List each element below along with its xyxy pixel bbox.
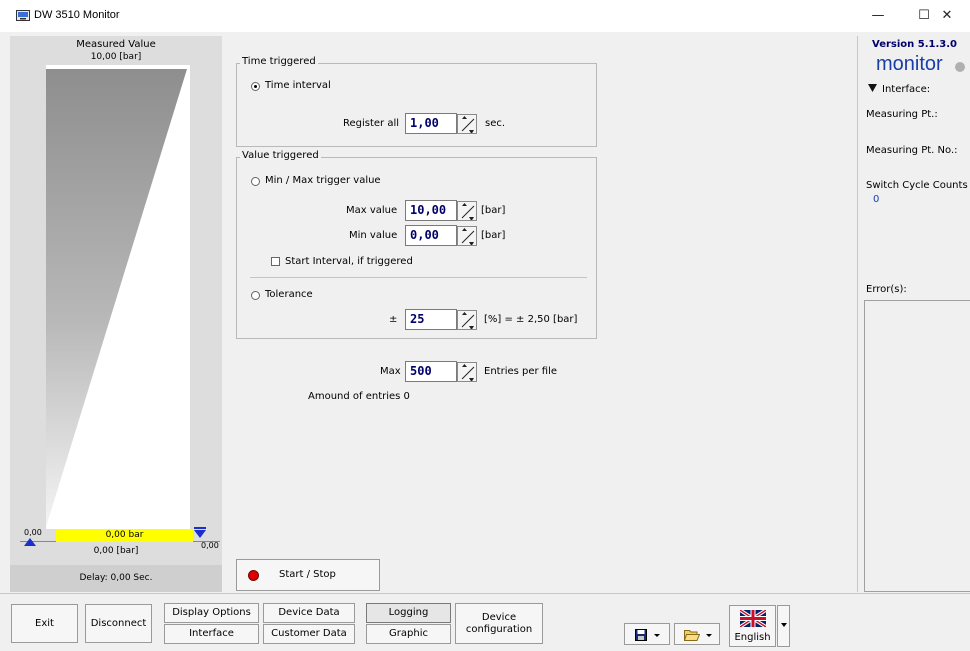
language-label: English <box>734 632 771 643</box>
interface-label: Interface: <box>882 84 931 95</box>
display-options-button[interactable]: Display Options <box>164 603 259 623</box>
version-label: Version 5.1.3.0 <box>872 39 957 50</box>
gauge-title: Measured Value <box>76 39 156 50</box>
disconnect-button[interactable]: Disconnect <box>85 604 152 643</box>
register-interval-input[interactable]: 1,00 <box>405 113 457 134</box>
tolerance-radio[interactable] <box>251 291 260 300</box>
min-max-trigger-label: Min / Max trigger value <box>265 175 381 186</box>
open-folder-icon <box>684 630 700 641</box>
divider <box>250 277 587 278</box>
register-all-label: Register all <box>343 118 400 129</box>
start-stop-label: Start / Stop <box>279 569 336 580</box>
delay-label: Delay: 0,00 Sec. <box>10 565 222 592</box>
errors-list <box>864 300 970 592</box>
register-interval-spin-icon[interactable] <box>457 114 477 134</box>
start-interval-label: Start Interval, if triggered <box>285 256 413 267</box>
lower-marker-icon[interactable] <box>24 538 36 546</box>
measuring-pt-no-label: Measuring Pt. No.: <box>866 145 958 156</box>
tolerance-unit: [%] = ± 2,50 [bar] <box>484 314 578 325</box>
chevron-down-icon <box>654 634 660 637</box>
measuring-pt-label: Measuring Pt.: <box>866 109 938 120</box>
tolerance-input[interactable]: 25 <box>405 309 457 330</box>
time-triggered-group <box>236 63 597 147</box>
record-led-icon <box>248 570 259 581</box>
gauge-panel: Measured Value 10,00 [bar] 0,00 0,00 bar… <box>10 36 222 592</box>
close-icon[interactable]: ✕ <box>924 0 970 32</box>
chevron-down-icon <box>781 623 787 627</box>
right-panel-separator <box>857 36 858 592</box>
min-value-label: Min value <box>349 230 398 241</box>
title-bar <box>0 0 970 32</box>
tolerance-spin-icon[interactable] <box>457 310 477 330</box>
gauge-current-value: 0,00 [bar] <box>93 546 139 556</box>
interface-button[interactable]: Interface <box>164 624 259 644</box>
time-interval-label: Time interval <box>265 80 331 91</box>
gauge-max-label: 10,00 [bar] <box>90 52 142 62</box>
upper-marker-icon[interactable] <box>194 527 206 538</box>
switch-cycle-value: 0 <box>873 194 880 205</box>
open-dropdown-button[interactable] <box>674 623 720 645</box>
language-button[interactable]: English <box>729 605 776 647</box>
max-entries-label: Max <box>380 366 401 377</box>
entries-unit: Entries per file <box>484 366 558 377</box>
monitor-label: monitor <box>876 53 943 75</box>
customer-data-button[interactable]: Customer Data <box>263 624 355 644</box>
save-dropdown-button[interactable] <box>624 623 670 645</box>
device-data-button[interactable]: Device Data <box>263 603 355 623</box>
min-value-input[interactable]: 0,00 <box>405 225 457 246</box>
max-entries-spin-icon[interactable] <box>457 362 477 382</box>
tolerance-sign: ± <box>389 314 398 325</box>
chevron-down-icon <box>706 634 712 637</box>
errors-label: Error(s): <box>866 284 907 295</box>
device-config-line1: Device <box>481 612 517 623</box>
min-max-trigger-radio[interactable] <box>251 177 260 186</box>
start-stop-button[interactable]: Start / Stop <box>236 559 380 591</box>
tolerance-label: Tolerance <box>265 289 313 300</box>
max-value-label: Max value <box>346 205 398 216</box>
expand-arrow-icon[interactable] <box>868 84 877 93</box>
max-value-input[interactable]: 10,00 <box>405 200 457 221</box>
max-value-spin-icon[interactable] <box>457 201 477 221</box>
gauge-wedge <box>46 69 187 527</box>
exit-button[interactable]: Exit <box>11 604 78 643</box>
device-config-line2: configuration <box>465 624 533 635</box>
start-interval-checkbox[interactable] <box>271 257 280 266</box>
amount-of-entries: Amound of entries 0 <box>308 391 410 402</box>
gauge-min-left-label: 0,00 <box>24 528 42 537</box>
value-triggered-title: Value triggered <box>240 150 321 161</box>
gauge-value-bar: 0,00 bar <box>56 529 193 542</box>
minimize-icon[interactable]: — <box>855 0 901 32</box>
graphic-tab[interactable]: Graphic <box>366 624 451 644</box>
register-interval-unit: sec. <box>485 118 506 129</box>
device-configuration-button[interactable]: Device configuration <box>455 603 543 644</box>
status-led-icon <box>955 62 965 72</box>
toolbar-divider <box>0 593 970 594</box>
language-dropdown-button[interactable] <box>777 605 790 647</box>
time-interval-radio-dot <box>254 85 257 88</box>
min-value-unit: [bar] <box>481 230 506 241</box>
window-title: DW 3510 Monitor <box>34 9 120 21</box>
uk-flag-icon <box>740 610 766 627</box>
app-icon <box>16 10 30 21</box>
time-triggered-title: Time triggered <box>240 56 318 67</box>
max-entries-input[interactable]: 500 <box>405 361 457 382</box>
switch-cycle-label: Switch Cycle Counts <box>866 180 968 191</box>
max-value-unit: [bar] <box>481 205 506 216</box>
save-icon <box>635 629 647 641</box>
min-value-spin-icon[interactable] <box>457 226 477 246</box>
logging-tab[interactable]: Logging <box>366 603 451 623</box>
